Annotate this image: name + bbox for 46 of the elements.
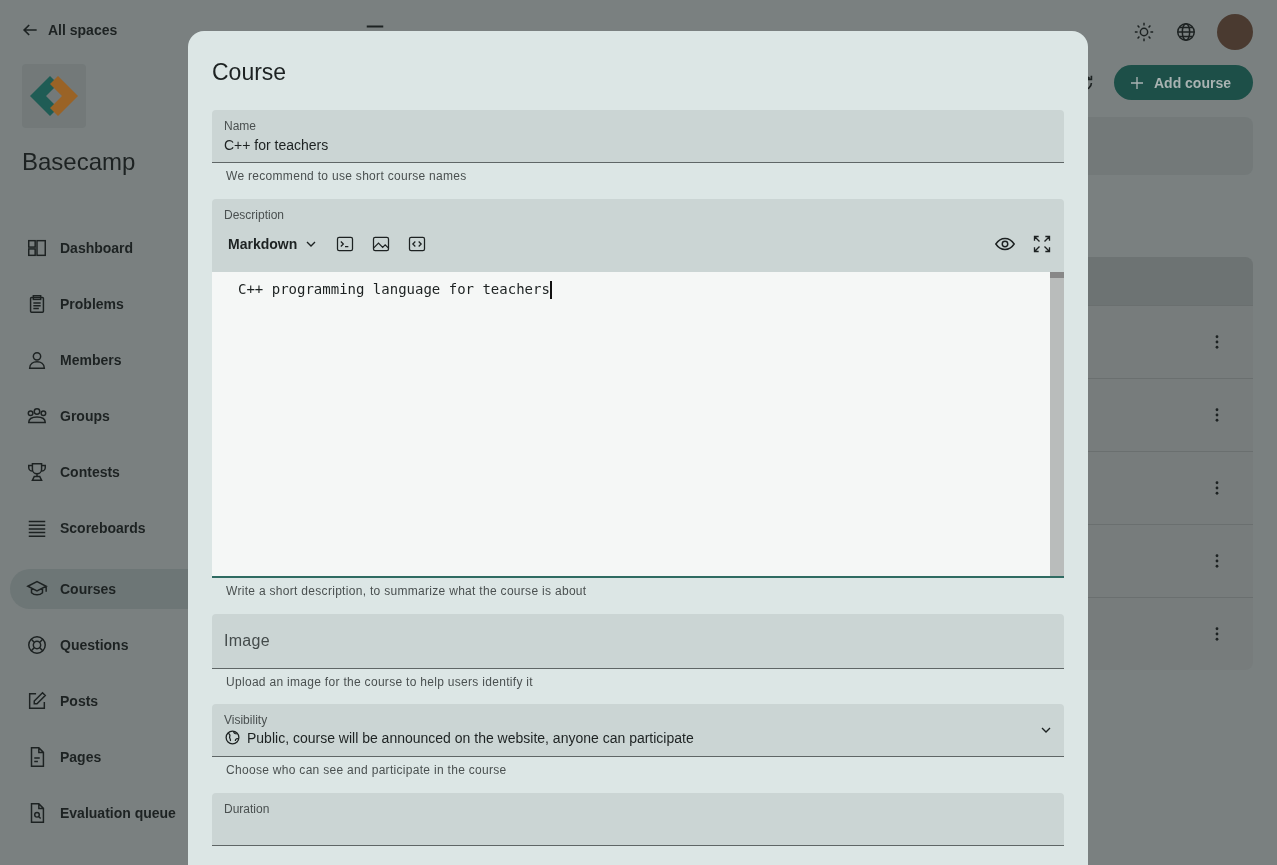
sidebar-item[interactable]: Dashboard [10, 228, 188, 268]
sidebar-item[interactable]: Problems [10, 284, 188, 324]
dialog-title: Course [212, 59, 288, 86]
avatar[interactable] [1217, 14, 1253, 50]
globe-icon[interactable] [1175, 21, 1197, 43]
trophy-icon [26, 461, 48, 483]
lifebuoy-icon [26, 634, 48, 656]
back-link[interactable]: All spaces [10, 20, 118, 40]
dashboard-icon [26, 237, 48, 259]
image-icon[interactable] [371, 234, 392, 254]
sidebar-item[interactable]: Courses [10, 569, 188, 609]
duration-field[interactable]: Duration [212, 793, 1064, 846]
sidebar-item[interactable]: Groups [10, 396, 188, 436]
scrollbar[interactable] [1050, 272, 1064, 576]
sidebar-item[interactable]: Members [10, 340, 188, 380]
terminal-icon[interactable] [335, 234, 356, 254]
sidebar-item[interactable]: Scoreboards [10, 508, 188, 548]
field-label: Description [223, 207, 286, 222]
person-icon [26, 349, 48, 371]
more-options-icon[interactable] [1215, 627, 1219, 641]
format-dropdown[interactable]: Markdown [228, 236, 320, 252]
pencil-icon [26, 690, 48, 712]
name-field[interactable]: Name C++ for teachers [212, 110, 1064, 163]
sidebar-item[interactable]: Contests [10, 452, 188, 492]
more-options-icon[interactable] [1215, 408, 1219, 422]
sidebar-item[interactable]: Evaluation queue [10, 793, 188, 833]
field-hint: Choose who can see and participate in the course [225, 762, 508, 779]
more-options-icon[interactable] [1215, 335, 1219, 349]
sidebar-item[interactable]: Pages [10, 737, 188, 777]
globe-icon [224, 729, 241, 746]
sidebar-item[interactable]: Posts [10, 681, 188, 721]
description-input[interactable]: C++ programming language for teachers [212, 272, 1050, 308]
field-hint: Write a short description, to summarize what the course is about [225, 583, 588, 600]
more-options-icon[interactable] [1215, 554, 1219, 568]
fullscreen-icon[interactable] [1032, 234, 1052, 254]
image-field[interactable]: Image [212, 614, 1064, 669]
sidebar-item[interactable]: Questions [10, 625, 188, 665]
logo-icon [22, 64, 86, 128]
field-hint: Upload an image for the course to help users identify it [225, 674, 534, 691]
add-course-button[interactable]: Add course [1114, 65, 1253, 100]
visibility-select[interactable]: Visibility Public, course will be announced on the website, anyone can participate [212, 704, 1064, 757]
more-options-icon[interactable] [1215, 481, 1219, 495]
space-name: Basecamp [22, 148, 137, 176]
sun-icon[interactable] [1133, 21, 1155, 43]
code-icon[interactable] [407, 234, 428, 254]
field-hint: We recommend to use short course names [225, 168, 468, 185]
